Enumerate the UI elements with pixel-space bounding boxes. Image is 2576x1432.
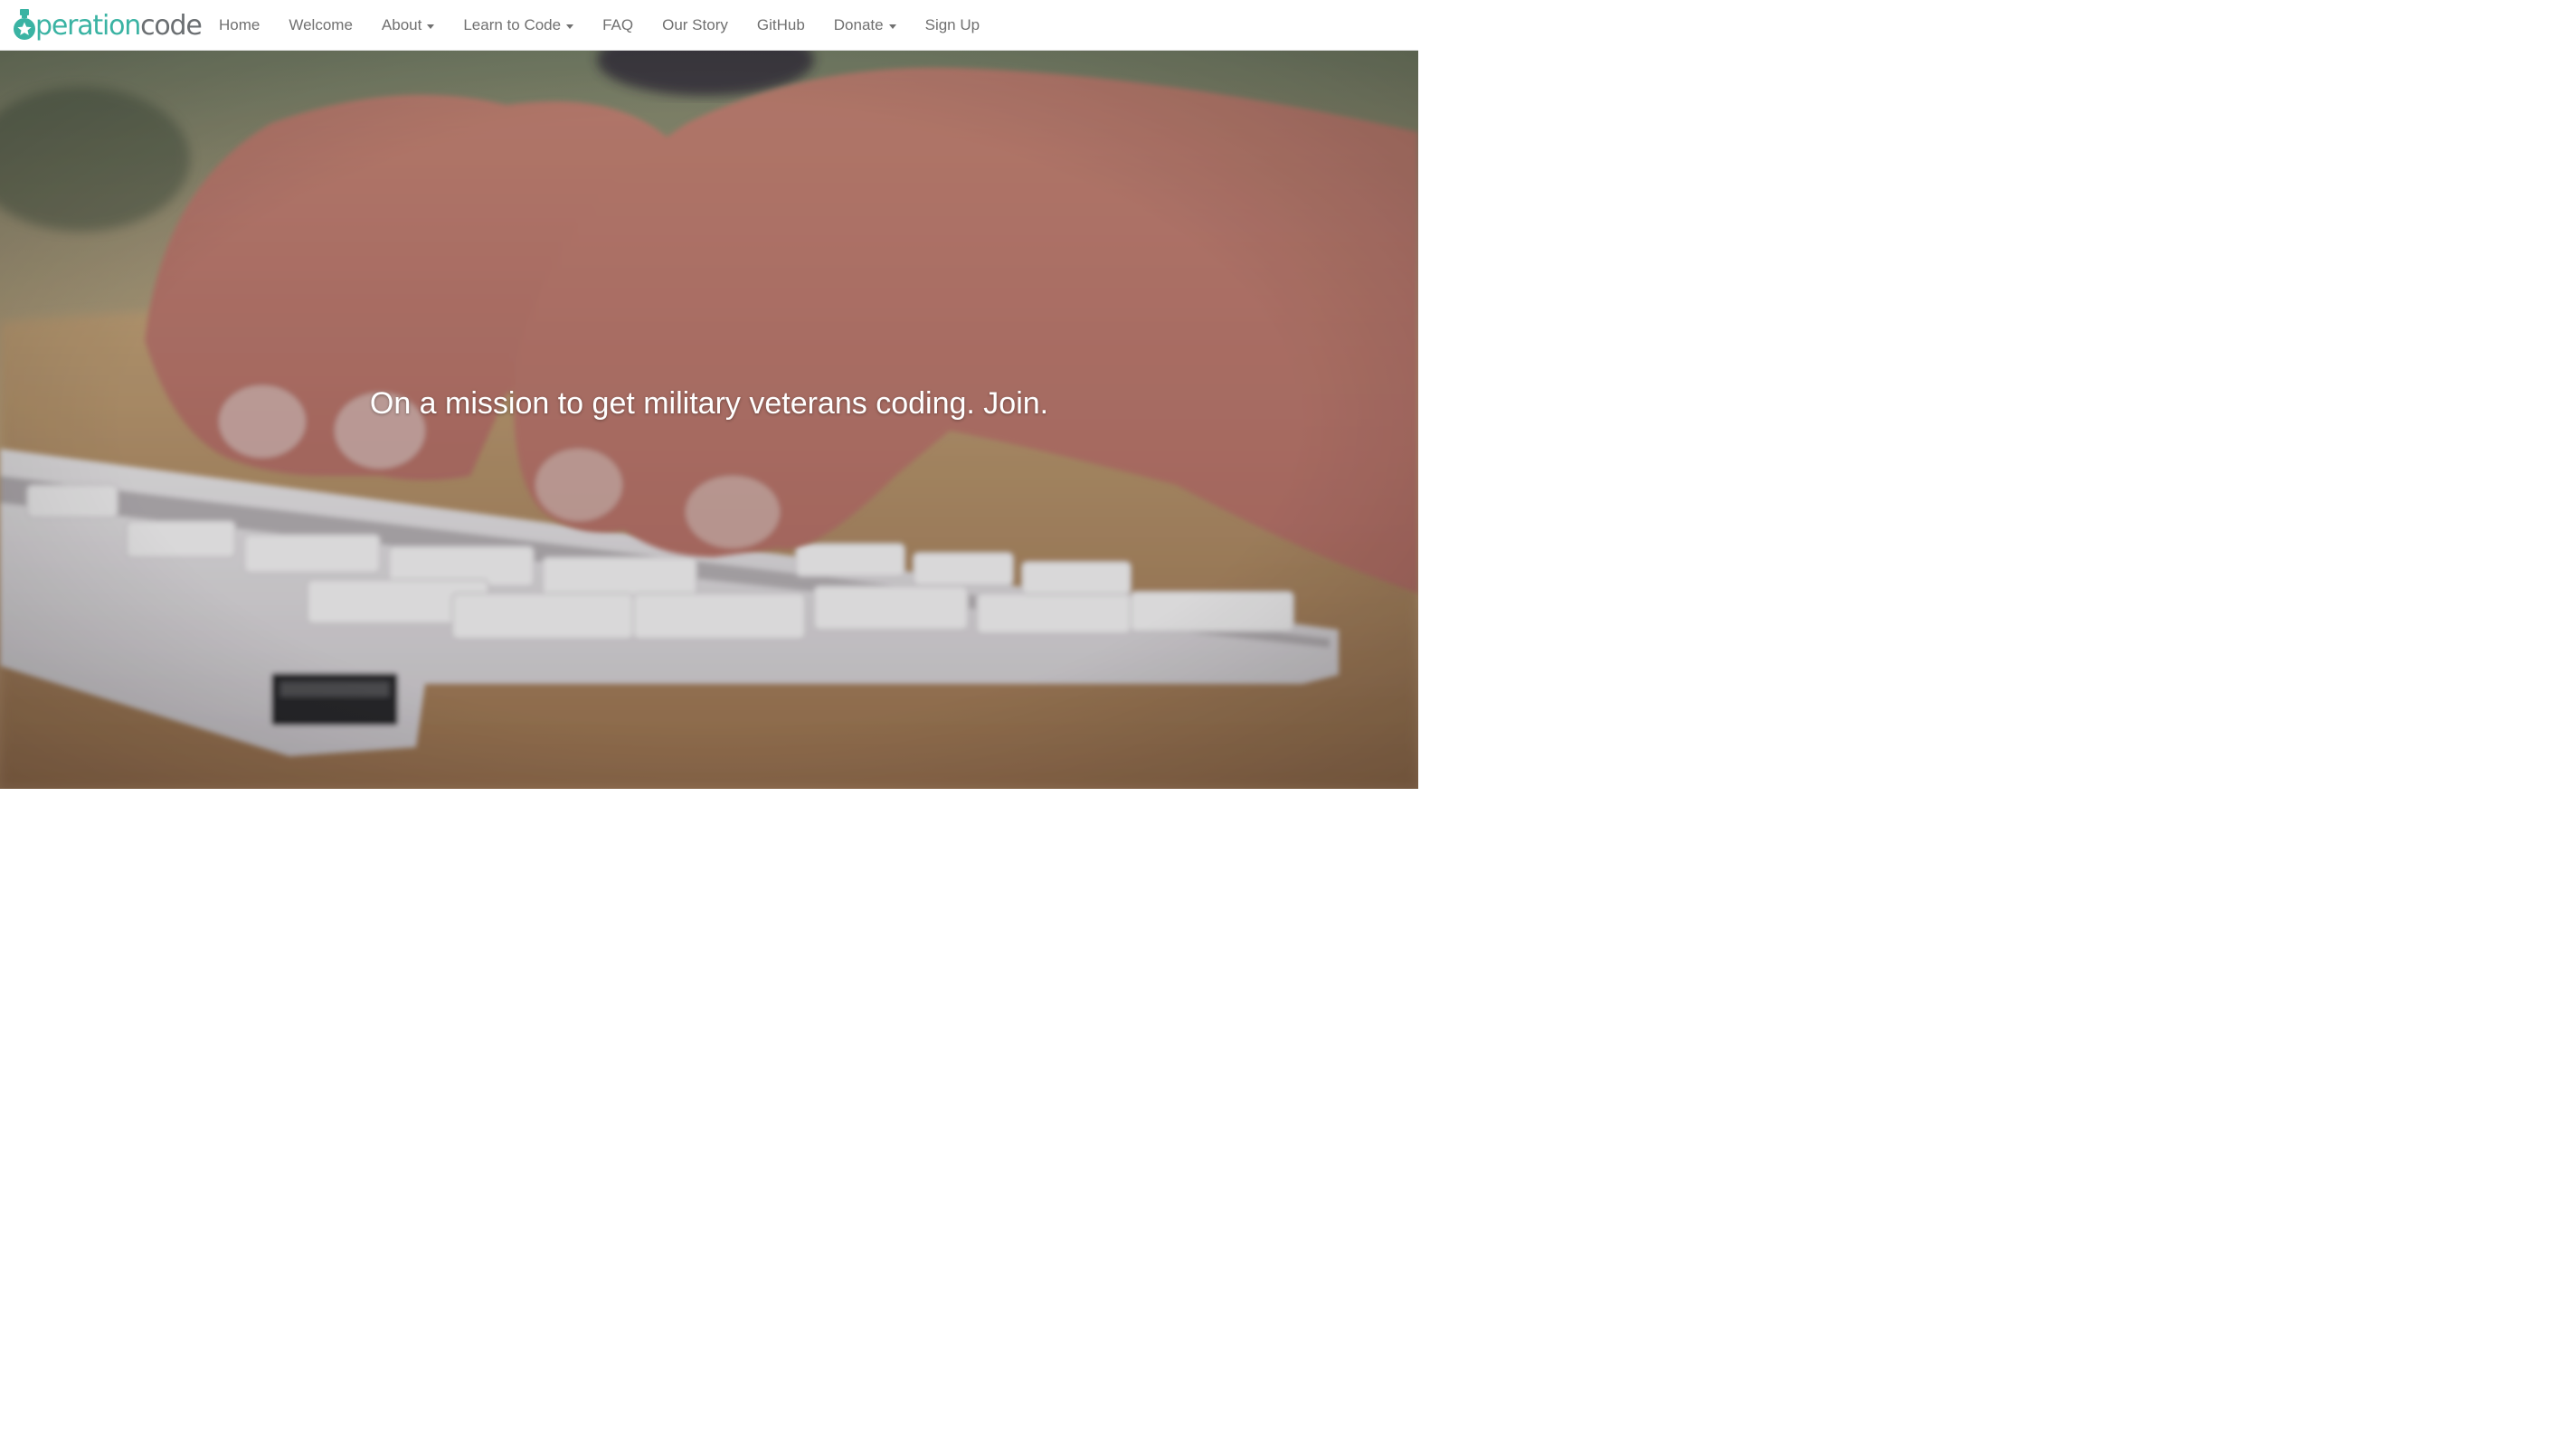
nav-learn-to-code-label: Learn to Code: [463, 16, 562, 33]
medal-icon: [14, 9, 35, 40]
main-nav: Home Welcome About Learn to Code FAQ Our…: [204, 0, 994, 51]
logo-text-operation: peration: [35, 10, 141, 42]
nav-about-label: About: [381, 16, 422, 33]
nav-donate-label: Donate: [833, 16, 884, 33]
nav-sign-up[interactable]: Sign Up: [911, 0, 994, 51]
nav-donate-dropdown[interactable]: Donate: [819, 0, 911, 51]
nav-welcome[interactable]: Welcome: [274, 0, 367, 51]
logo-wordmark: peration code: [35, 8, 203, 44]
nav-our-story-label: Our Story: [662, 16, 728, 33]
caret-down-icon: [566, 24, 574, 29]
nav-home[interactable]: Home: [204, 0, 274, 51]
nav-about-dropdown[interactable]: About: [367, 0, 449, 51]
caret-down-icon: [888, 24, 896, 29]
operationcode-logo[interactable]: peration code: [13, 7, 203, 44]
nav-home-label: Home: [219, 16, 260, 33]
nav-sign-up-label: Sign Up: [924, 16, 980, 33]
top-navbar: peration code Home Welcome About Learn to…: [0, 0, 1418, 51]
nav-github-label: GitHub: [756, 16, 805, 33]
nav-welcome-label: Welcome: [289, 16, 353, 33]
logo-text-code: code: [140, 10, 203, 42]
nav-github[interactable]: GitHub: [743, 0, 819, 51]
nav-our-story[interactable]: Our Story: [648, 0, 743, 51]
nav-learn-to-code-dropdown[interactable]: Learn to Code: [449, 0, 588, 51]
nav-faq-label: FAQ: [602, 16, 634, 33]
hero-banner: On a mission to get military veterans co…: [0, 51, 1418, 789]
caret-down-icon: [427, 24, 435, 29]
hero-tagline: On a mission to get military veterans co…: [369, 386, 1049, 421]
nav-faq[interactable]: FAQ: [588, 0, 648, 51]
